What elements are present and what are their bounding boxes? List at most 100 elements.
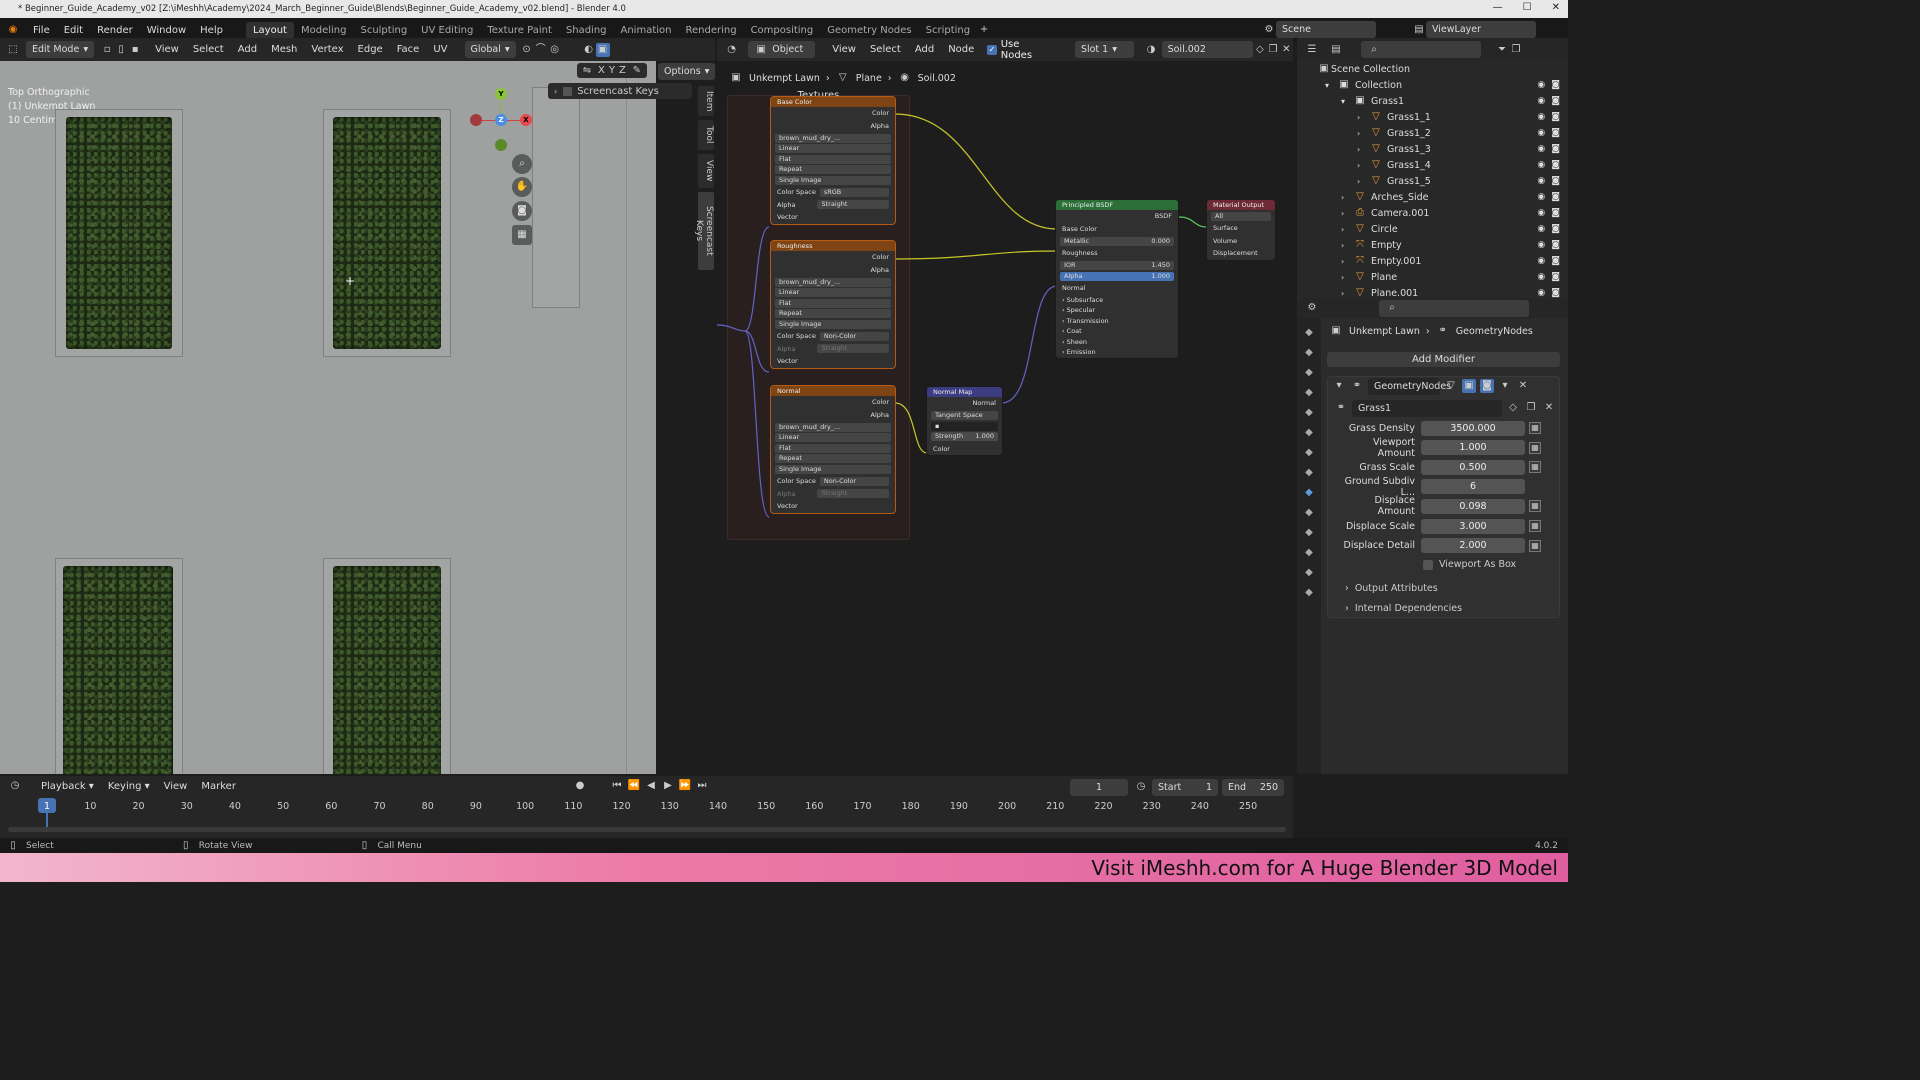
tab-geometry-nodes[interactable]: Geometry Nodes [820, 22, 918, 39]
timeline-menu-view[interactable]: View [157, 781, 195, 792]
outliner-item[interactable]: › ▽ Arches_Side ◉ ◙ [1297, 189, 1568, 205]
use-nodes-toggle[interactable]: ✓ Use Nodes [987, 39, 1051, 61]
source-dropdown[interactable]: Single Image [775, 175, 891, 185]
mirror-icon[interactable]: ⇋ [580, 64, 594, 78]
tool-icon[interactable]: ◆ [1302, 326, 1316, 340]
source-dropdown[interactable]: Single Image [775, 319, 891, 329]
timeline-menu-playback[interactable]: Playback ▾ [34, 781, 101, 792]
render-camera-icon[interactable]: ◙ [1551, 224, 1560, 234]
viewlayer-selector[interactable]: ▤ ViewLayer [1412, 21, 1536, 38]
render-camera-icon[interactable]: ◙ [1551, 288, 1560, 298]
editor-type-icon[interactable]: ⚙ [1305, 301, 1319, 315]
next-keyframe-icon[interactable]: ⏩ [678, 779, 692, 793]
gizmo-neg-x-icon[interactable] [470, 114, 482, 126]
space-dropdown[interactable]: Tangent Space [931, 411, 998, 420]
blender-logo-icon[interactable]: ◉ [6, 23, 20, 37]
tab-tool[interactable]: Tool [698, 120, 714, 150]
object-icon[interactable]: ◆ [1302, 466, 1316, 480]
material-output-node[interactable]: Material Output All Surface Volume Displ… [1206, 199, 1276, 261]
viewport-menu-vertex[interactable]: Vertex [304, 44, 350, 55]
output-icon[interactable]: ◆ [1302, 366, 1316, 380]
input-value-field[interactable]: 0.098 [1421, 498, 1525, 514]
ior-slider[interactable]: IOR 1.450 [1060, 261, 1174, 270]
tab-layout[interactable]: Layout [245, 21, 294, 39]
record-icon[interactable]: ● [573, 779, 587, 793]
collection-icon[interactable]: ◆ [1302, 446, 1316, 460]
tab-item[interactable]: Item [698, 86, 714, 116]
face-select-icon[interactable]: ▪ [128, 43, 142, 57]
physics-icon[interactable]: ◆ [1302, 526, 1316, 540]
render-camera-icon[interactable]: ◙ [1551, 256, 1560, 266]
prev-keyframe-icon[interactable]: ⏪ [627, 779, 641, 793]
gizmo-y-icon[interactable]: Y [495, 88, 507, 100]
render-camera-icon[interactable]: ◙ [1551, 112, 1560, 122]
input-value-field[interactable]: 6 [1421, 479, 1525, 495]
editor-type-icon[interactable]: ⬚ [6, 43, 20, 57]
slot-dropdown[interactable]: Slot 1 ▾ [1074, 41, 1135, 58]
colorspace-dropdown[interactable]: sRGB [819, 187, 889, 197]
object-type-dropdown[interactable]: ▣ Object [748, 41, 816, 58]
input-value-field[interactable]: 1.000 [1421, 440, 1525, 456]
menu-render[interactable]: Render [90, 25, 140, 36]
data-icon[interactable]: ◆ [1302, 566, 1316, 580]
menu-edit[interactable]: Edit [57, 25, 90, 36]
bsdf-panel-sheen[interactable]: › Sheen [1056, 337, 1178, 348]
projection-dropdown[interactable]: Flat [775, 443, 891, 453]
eye-icon[interactable]: ◉ [1537, 112, 1545, 122]
colorspace-dropdown[interactable]: Non-Color [819, 331, 889, 341]
attribute-toggle-icon[interactable]: ▦ [1529, 520, 1541, 532]
duplicate-icon[interactable]: ❐ [1524, 401, 1538, 415]
interpolation-dropdown[interactable]: Linear [775, 288, 891, 297]
tab-animation[interactable]: Animation [614, 22, 679, 39]
snap-icon[interactable]: ⌒ [534, 43, 548, 57]
expand-chevron-icon[interactable]: ▾ [1341, 97, 1353, 106]
screencast-checkbox[interactable] [563, 86, 573, 96]
overlay-icon[interactable]: ◐ [582, 43, 596, 57]
metallic-slider[interactable]: Metallic 0.000 [1060, 236, 1174, 246]
normal-map-node[interactable]: Normal Map Normal Tangent Space ▪ Streng… [926, 386, 1003, 456]
maximize-icon[interactable]: ☐ [1523, 2, 1532, 13]
outliner-item[interactable]: › ⎙ Camera.001 ◉ ◙ [1297, 205, 1568, 221]
viewport-as-box-row[interactable]: Viewport As Box [1423, 559, 1516, 570]
material-icon[interactable]: ◆ [1302, 586, 1316, 600]
menu-file[interactable]: File [26, 25, 57, 36]
output-attributes-section[interactable]: › Output Attributes [1345, 583, 1438, 594]
tab-uv-editing[interactable]: UV Editing [414, 22, 480, 39]
timeline-menu-marker[interactable]: Marker [194, 781, 243, 792]
end-frame-field[interactable]: End 250 [1222, 779, 1284, 796]
camera-view-icon[interactable]: ◙ [512, 201, 532, 221]
image-texture-node-basecolor[interactable]: Base Color Color Alpha brown_mud_dry_...… [770, 96, 896, 225]
render-camera-icon[interactable]: ◙ [1551, 240, 1560, 250]
expand-chevron-icon[interactable]: › [554, 87, 557, 96]
target-dropdown[interactable]: All [1211, 211, 1271, 221]
eye-icon[interactable]: ◉ [1537, 272, 1545, 282]
bsdf-panel-subsurface[interactable]: › Subsurface [1056, 295, 1178, 306]
eye-icon[interactable]: ◉ [1537, 192, 1545, 202]
viewport-toggle-icon[interactable]: ▣ [1462, 379, 1476, 393]
extension-dropdown[interactable]: Repeat [775, 165, 891, 174]
eye-icon[interactable]: ◉ [1537, 176, 1545, 186]
attribute-toggle-icon[interactable]: ▦ [1529, 539, 1541, 552]
ortho-grid-icon[interactable]: ▦ [512, 225, 532, 245]
attribute-toggle-icon[interactable]: ▦ [1529, 461, 1541, 474]
viewport-menu-mesh[interactable]: Mesh [264, 44, 304, 55]
outliner-item[interactable]: › ⤧ Empty ◉ ◙ [1297, 237, 1568, 253]
editor-type-icon[interactable]: ◔ [725, 43, 738, 57]
particles-icon[interactable]: ◆ [1302, 506, 1316, 520]
projection-dropdown[interactable]: Flat [775, 298, 891, 308]
axis-y-toggle[interactable]: Y [609, 65, 615, 76]
navigation-gizmo[interactable]: Y Z X [470, 88, 532, 151]
modifier-name-field[interactable]: GeometryNodes [1368, 377, 1451, 395]
viewport-menu-select[interactable]: Select [186, 44, 231, 55]
bsdf-panel-coat[interactable]: › Coat [1056, 326, 1178, 337]
input-value-field[interactable]: 3.000 [1421, 518, 1525, 534]
outliner-item[interactable]: › ▽ Plane ◉ ◙ [1297, 269, 1568, 285]
tab-modeling[interactable]: Modeling [294, 22, 354, 39]
viewlayer-field[interactable]: ViewLayer [1426, 21, 1536, 38]
gizmo-neg-y-icon[interactable] [495, 139, 507, 151]
eye-icon[interactable]: ◉ [1537, 240, 1545, 250]
expand-chevron-icon[interactable]: › [1341, 273, 1353, 282]
viewport-menu-face[interactable]: Face [390, 44, 427, 55]
alpha-dropdown[interactable]: Straight [817, 200, 889, 210]
dropdown-icon[interactable]: ▾ [1498, 379, 1512, 393]
